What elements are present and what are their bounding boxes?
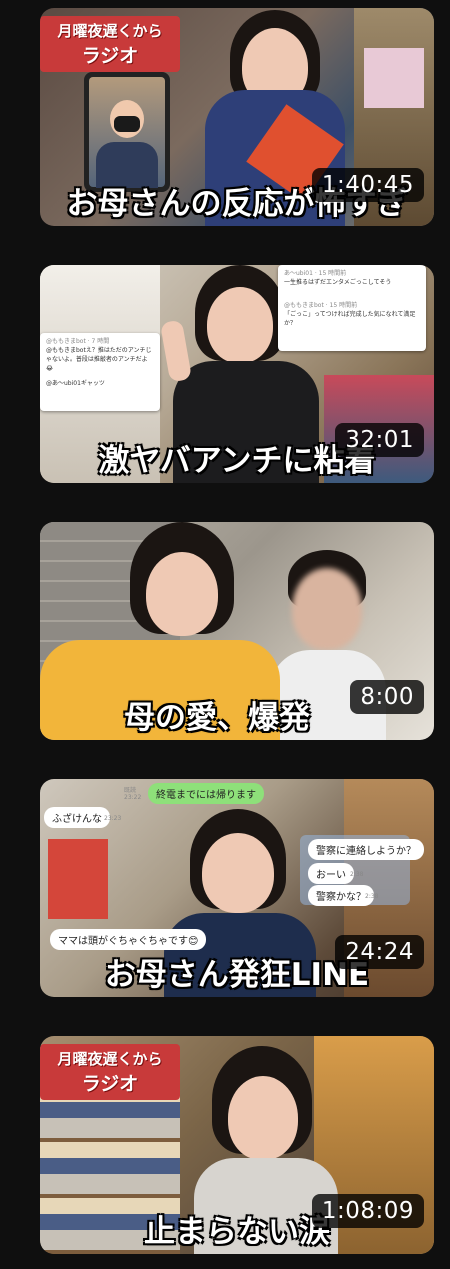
chat-msg: ふざけんな (44, 807, 110, 828)
duration-badge: 1:40:45 (311, 168, 424, 202)
chat-msg-green: 終電までには帰ります (148, 783, 264, 804)
chat-time: 23:23 (104, 815, 122, 822)
chat-msg: 警察に連絡しようか？ (308, 839, 424, 860)
chat-msg: ママは頭がぐちゃぐちゃです😊 (50, 929, 207, 950)
video-card-1[interactable]: 月曜夜遅くから ラジオ お母さんの反応が怖すぎ 1:40:45 (40, 8, 434, 226)
duration-badge: 1:08:09 (311, 1194, 424, 1228)
video-card-4[interactable]: 終電までには帰ります 既読 23:22 ふざけんな 23:23 警察に連絡しよう… (40, 779, 434, 997)
ipad-inset (84, 72, 170, 192)
video-card-5[interactable]: 月曜夜遅くから ラジオ 止まらない涙 1:08:09 (40, 1036, 434, 1254)
video-feed: 月曜夜遅くから ラジオ お母さんの反応が怖すぎ 1:40:45 あ〜ubi01 … (0, 0, 450, 1269)
comment-card-top: あ〜ubi01 · 15 時間前 一生推るはずだエンタメごっこしてそう @ももき… (278, 265, 426, 351)
radio-logo: 月曜夜遅くから ラジオ (40, 1044, 180, 1100)
chat-time: 既読 23:22 (124, 787, 142, 801)
duration-badge: 32:01 (335, 423, 424, 457)
duration-badge: 24:24 (335, 935, 424, 969)
duration-badge: 8:00 (350, 680, 424, 714)
video-card-2[interactable]: あ〜ubi01 · 15 時間前 一生推るはずだエンタメごっこしてそう @ももき… (40, 265, 434, 483)
chat-time: 2:38 (350, 871, 364, 878)
chat-msg: おーい (308, 863, 354, 884)
video-card-3[interactable]: 母の愛、爆発 8:00 (40, 522, 434, 740)
comment-card-left: @ももきまbot · 7 時間 @ももきまbotえ？推はただのアンチじゃないよ。… (40, 333, 160, 411)
radio-logo: 月曜夜遅くから ラジオ (40, 16, 180, 72)
chat-time: 2:38 (365, 893, 379, 900)
